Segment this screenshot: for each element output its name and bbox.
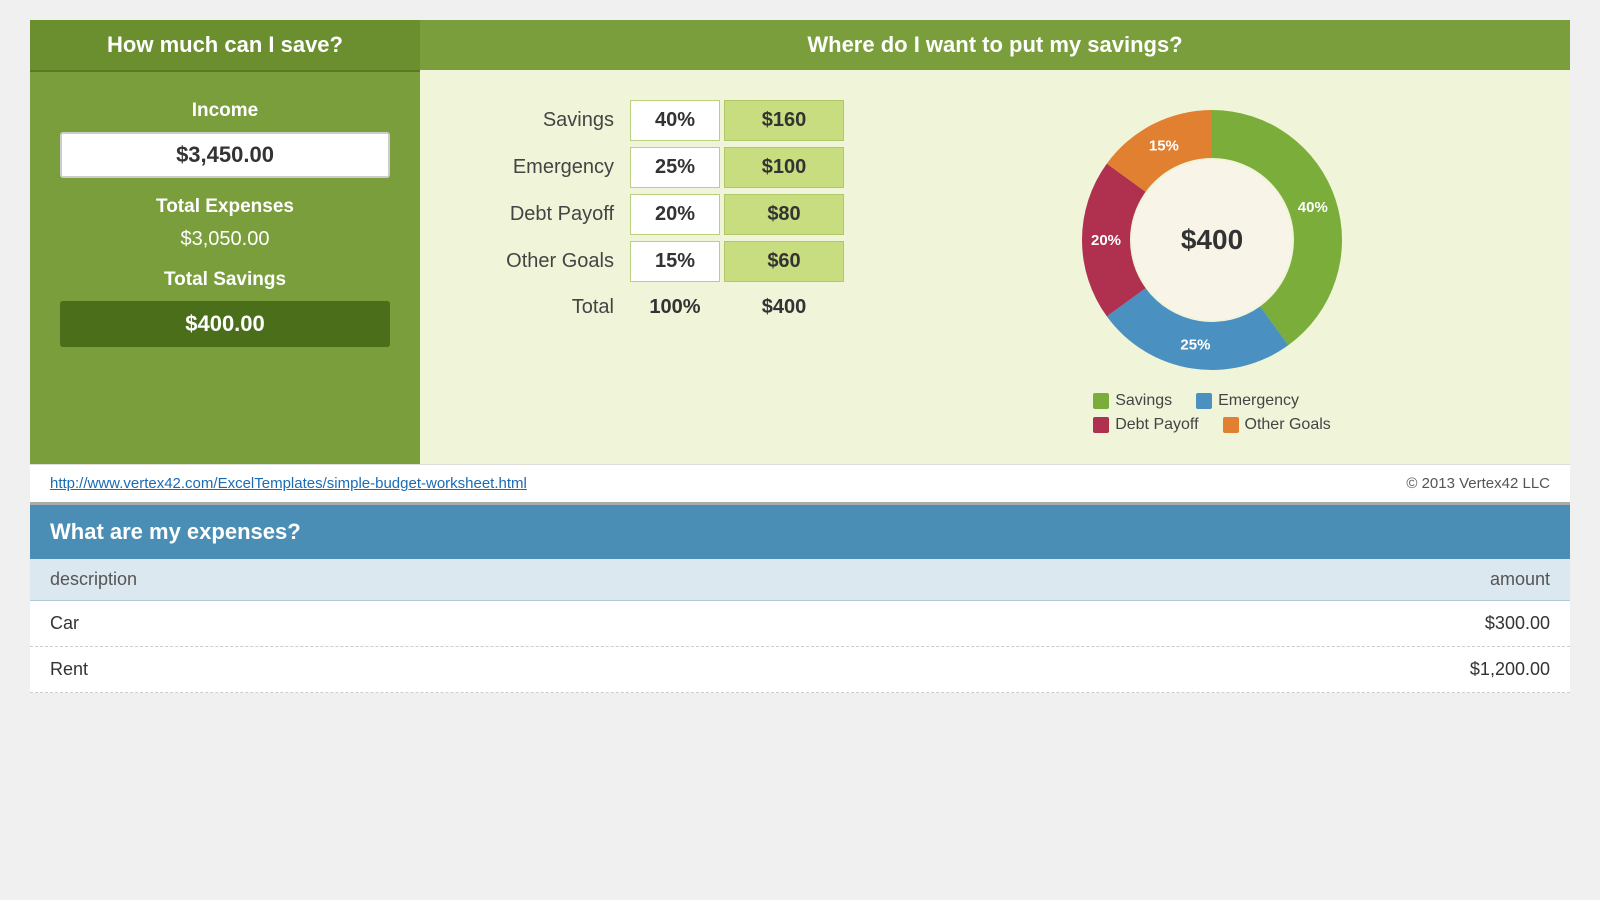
row-pct[interactable]: 15% bbox=[630, 241, 720, 282]
expenses-rows: Car $300.00 Rent $1,200.00 bbox=[30, 601, 1570, 693]
legend-label: Other Goals bbox=[1245, 416, 1331, 434]
row-label: Total bbox=[450, 296, 630, 319]
savings-row: Total 100% $400 bbox=[450, 288, 844, 327]
expense-description: Rent bbox=[50, 659, 88, 680]
footer-copyright: © 2013 Vertex42 LLC bbox=[1406, 475, 1550, 492]
legend-row-2: Debt Payoff Other Goals bbox=[1093, 416, 1331, 434]
row-label: Savings bbox=[450, 109, 630, 132]
col-amount: amount bbox=[1490, 569, 1550, 590]
expense-row: Car $300.00 bbox=[30, 601, 1570, 647]
legend-label: Emergency bbox=[1218, 392, 1299, 410]
savings-row: Debt Payoff 20% $80 bbox=[450, 194, 844, 235]
legend-dot bbox=[1093, 417, 1109, 433]
legend-dot bbox=[1196, 393, 1212, 409]
left-panel: How much can I save? Income $3,450.00 To… bbox=[30, 20, 420, 464]
col-description: description bbox=[50, 569, 137, 590]
expense-row: Rent $1,200.00 bbox=[30, 647, 1570, 693]
expenses-value: $3,050.00 bbox=[181, 228, 270, 251]
income-value[interactable]: $3,450.00 bbox=[60, 132, 390, 178]
expenses-section: What are my expenses? description amount… bbox=[30, 502, 1570, 693]
row-label: Emergency bbox=[450, 156, 630, 179]
legend-dot bbox=[1093, 393, 1109, 409]
legend-wrapper: Savings Emergency Debt Payoff Other Goal… bbox=[1093, 392, 1331, 434]
left-panel-body: Income $3,450.00 Total Expenses $3,050.0… bbox=[30, 72, 420, 377]
row-amt: $60 bbox=[724, 241, 844, 282]
legend-item-emergency: Emergency bbox=[1196, 392, 1299, 410]
savings-table: Savings 40% $160 Emergency 25% $100 Debt… bbox=[450, 100, 844, 333]
row-pct[interactable]: 25% bbox=[630, 147, 720, 188]
row-amt: $100 bbox=[724, 147, 844, 188]
expenses-col-headers: description amount bbox=[30, 559, 1570, 601]
legend-item-other-goals: Other Goals bbox=[1223, 416, 1331, 434]
legend-label: Savings bbox=[1115, 392, 1172, 410]
expense-amount: $300.00 bbox=[1485, 613, 1550, 634]
row-pct: 100% bbox=[630, 288, 720, 327]
row-pct[interactable]: 40% bbox=[630, 100, 720, 141]
savings-value: $400.00 bbox=[60, 301, 390, 347]
savings-row: Other Goals 15% $60 bbox=[450, 241, 844, 282]
donut-center-label: $400 bbox=[1181, 224, 1243, 256]
chart-area: 40% 25% 20% 15% $400 Savings Emergency Debt… bbox=[884, 100, 1540, 434]
savings-row: Emergency 25% $100 bbox=[450, 147, 844, 188]
legend-item-debt-payoff: Debt Payoff bbox=[1093, 416, 1198, 434]
row-amt: $160 bbox=[724, 100, 844, 141]
expense-amount: $1,200.00 bbox=[1470, 659, 1550, 680]
expenses-label: Total Expenses bbox=[156, 196, 294, 218]
row-amt: $80 bbox=[724, 194, 844, 235]
donut-pct-label: 40% bbox=[1298, 199, 1328, 216]
savings-row: Savings 40% $160 bbox=[450, 100, 844, 141]
legend-row-1: Savings Emergency bbox=[1093, 392, 1331, 410]
donut-chart: 40% 25% 20% 15% $400 bbox=[1072, 100, 1352, 380]
savings-label: Total Savings bbox=[164, 269, 286, 291]
chart-legend: Savings Emergency Debt Payoff Other Goal… bbox=[1093, 392, 1331, 434]
top-section: How much can I save? Income $3,450.00 To… bbox=[30, 20, 1570, 464]
row-label: Debt Payoff bbox=[450, 203, 630, 226]
donut-pct-label: 20% bbox=[1091, 232, 1121, 249]
row-pct[interactable]: 20% bbox=[630, 194, 720, 235]
legend-dot bbox=[1223, 417, 1239, 433]
right-panel: Where do I want to put my savings? Savin… bbox=[420, 20, 1570, 464]
right-panel-body: Savings 40% $160 Emergency 25% $100 Debt… bbox=[420, 70, 1570, 464]
footer-bar: http://www.vertex42.com/ExcelTemplates/s… bbox=[30, 464, 1570, 502]
income-label: Income bbox=[192, 100, 259, 122]
expense-description: Car bbox=[50, 613, 79, 634]
legend-item-savings: Savings bbox=[1093, 392, 1172, 410]
row-label: Other Goals bbox=[450, 250, 630, 273]
row-amt: $400 bbox=[724, 288, 844, 327]
right-panel-header: Where do I want to put my savings? bbox=[420, 20, 1570, 70]
left-panel-header: How much can I save? bbox=[30, 20, 420, 72]
legend-label: Debt Payoff bbox=[1115, 416, 1198, 434]
expenses-header: What are my expenses? bbox=[30, 505, 1570, 559]
donut-pct-label: 15% bbox=[1149, 138, 1179, 155]
main-container: How much can I save? Income $3,450.00 To… bbox=[30, 20, 1570, 693]
footer-link[interactable]: http://www.vertex42.com/ExcelTemplates/s… bbox=[50, 475, 527, 492]
donut-pct-label: 25% bbox=[1180, 337, 1210, 354]
